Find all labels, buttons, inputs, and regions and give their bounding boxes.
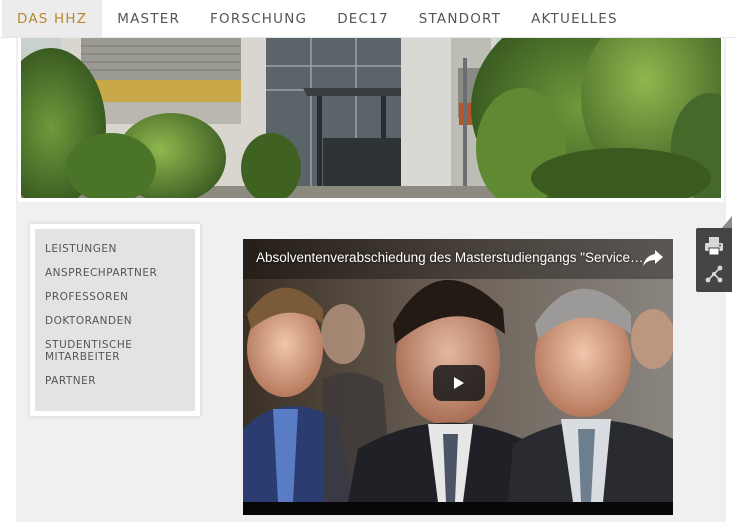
nav-item-dec17[interactable]: DEC17 [322, 0, 404, 37]
sub-navigation-box: LEISTUNGEN ANSPRECHPARTNER PROFESSOREN D… [30, 224, 200, 416]
hero-building-photo [21, 38, 721, 198]
nav-item-standort[interactable]: STANDORT [404, 0, 516, 37]
share-nodes-icon [705, 265, 723, 283]
nav-item-master[interactable]: MASTER [102, 0, 195, 37]
nav-item-forschung[interactable]: FORSCHUNG [195, 0, 322, 37]
video-bottom-bar [243, 502, 673, 515]
play-button[interactable] [433, 365, 485, 401]
subnav-item-ansprechpartner[interactable]: ANSPRECHPARTNER [45, 267, 187, 279]
video-thumbnail[interactable]: Absolventenverabschiedung des Masterstud… [243, 239, 673, 502]
print-button[interactable] [702, 234, 726, 258]
share-button[interactable] [702, 262, 726, 286]
subnav-item-professoren[interactable]: PROFESSOREN [45, 291, 187, 303]
play-icon [454, 377, 464, 389]
subnav-item-studentische-mitarbeiter[interactable]: STUDENTISCHE MITARBEITER [45, 339, 135, 363]
subnav-item-leistungen[interactable]: LEISTUNGEN [45, 243, 187, 255]
subnav-item-partner[interactable]: PARTNER [45, 375, 187, 387]
hero-image-frame [18, 38, 724, 202]
tools-tab-corner [722, 216, 732, 228]
subnav-item-doktoranden[interactable]: DOKTORANDEN [45, 315, 187, 327]
video-player[interactable]: Absolventenverabschiedung des Masterstud… [243, 239, 673, 515]
share-icon[interactable] [641, 247, 665, 269]
print-icon [705, 237, 723, 256]
nav-item-das-hhz[interactable]: DAS HHZ [2, 0, 103, 37]
nav-item-aktuelles[interactable]: AKTUELLES [516, 0, 633, 37]
sub-navigation: LEISTUNGEN ANSPRECHPARTNER PROFESSOREN D… [35, 229, 195, 411]
video-title[interactable]: Absolventenverabschiedung des Masterstud… [256, 250, 646, 265]
main-navigation: DAS HHZ MASTER FORSCHUNG DEC17 STANDORT … [0, 0, 736, 38]
page-tools [696, 228, 732, 292]
